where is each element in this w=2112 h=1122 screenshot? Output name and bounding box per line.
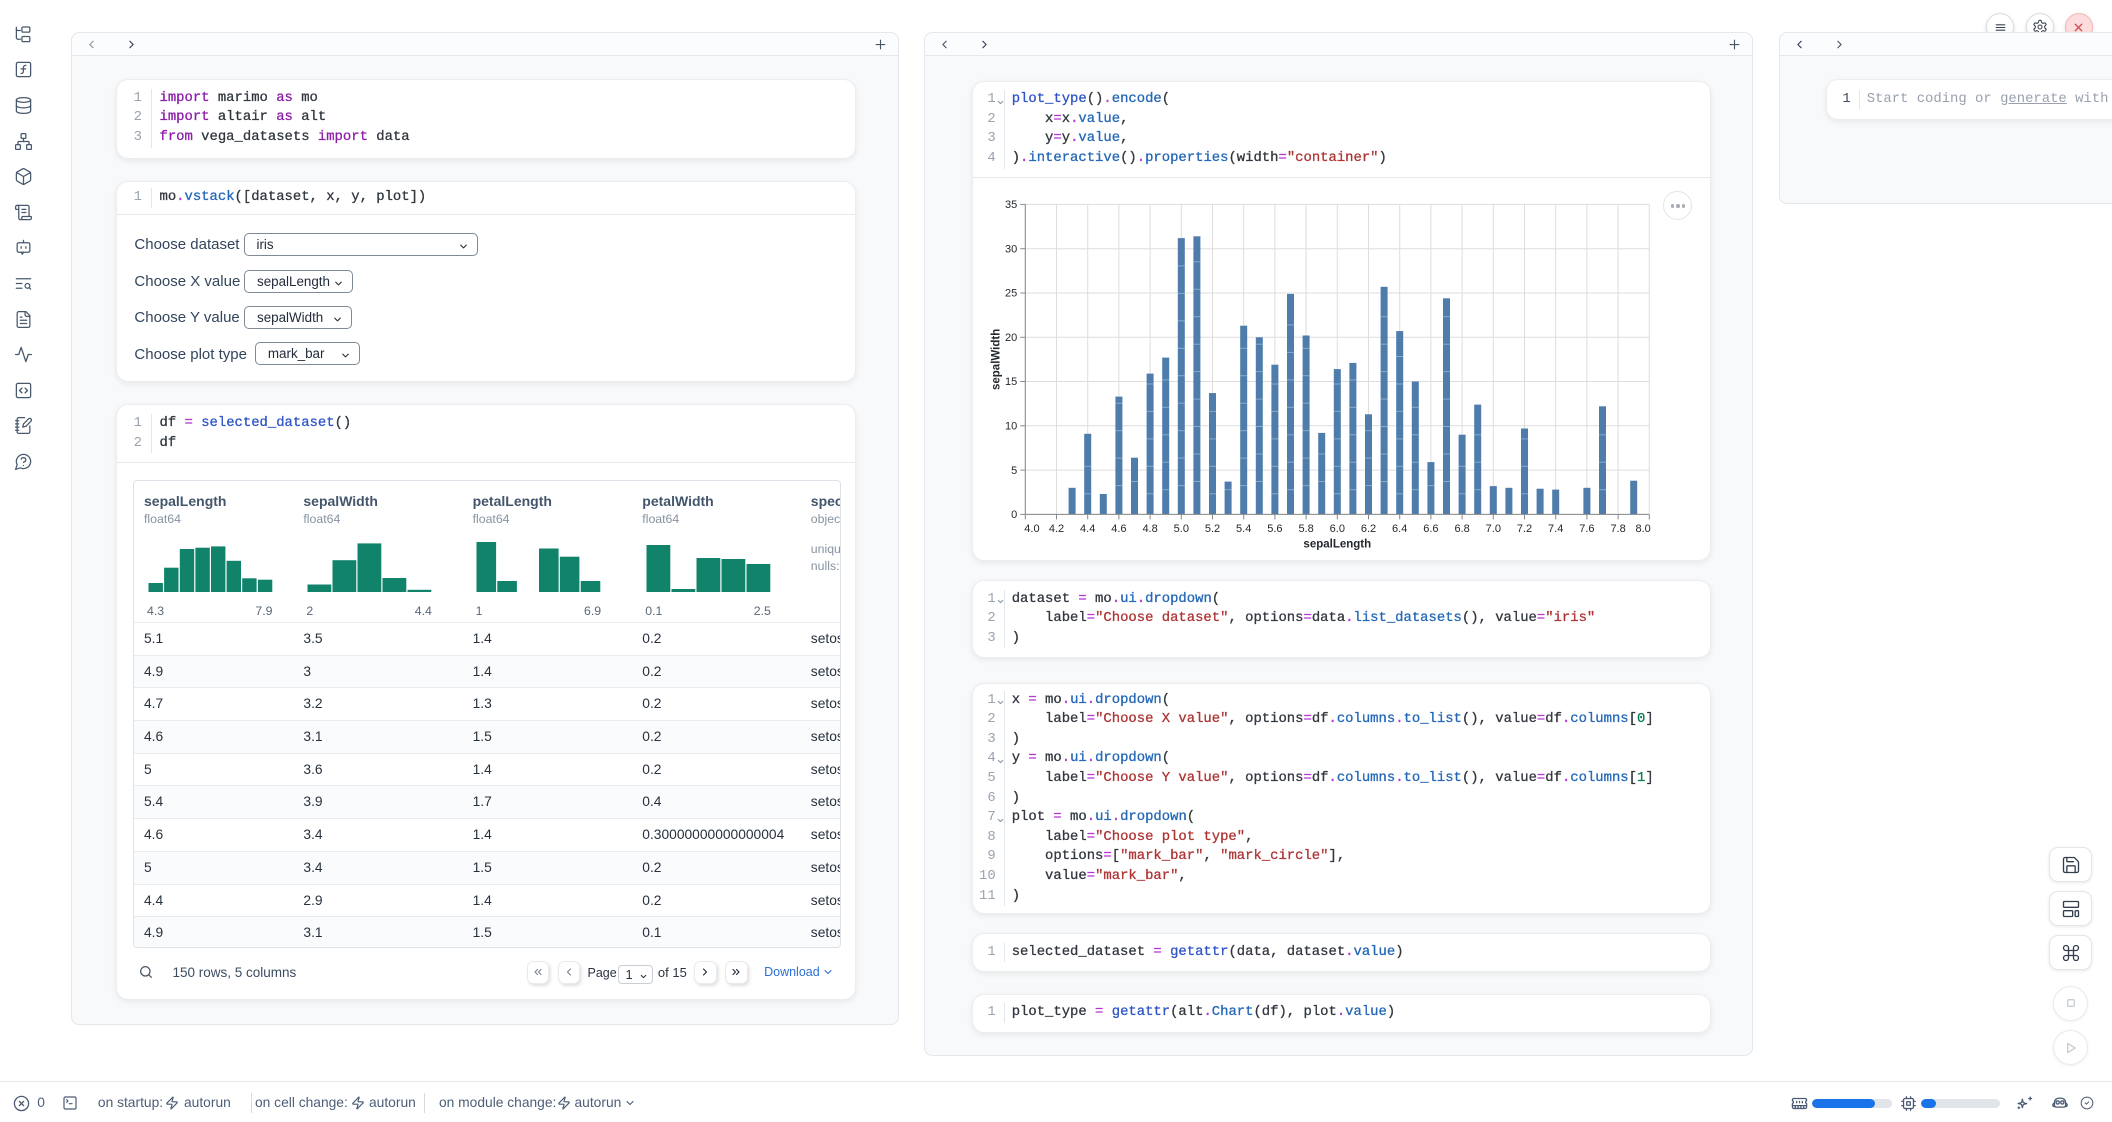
svg-text:4.8: 4.8 <box>1142 522 1157 534</box>
svg-text:7.0: 7.0 <box>1485 522 1500 534</box>
svg-text:25: 25 <box>1005 287 1017 299</box>
svg-text:6.2: 6.2 <box>1361 522 1376 534</box>
svg-text:15: 15 <box>1005 376 1017 388</box>
svg-text:5.0: 5.0 <box>1173 522 1188 534</box>
svg-text:5.6: 5.6 <box>1267 522 1282 534</box>
svg-text:7.4: 7.4 <box>1548 522 1563 534</box>
svg-text:7.8: 7.8 <box>1610 522 1625 534</box>
svg-text:8.0: 8.0 <box>1635 522 1650 534</box>
svg-text:4.0: 4.0 <box>1024 522 1039 534</box>
svg-text:5.8: 5.8 <box>1298 522 1313 534</box>
svg-text:0: 0 <box>1011 509 1017 521</box>
svg-text:6.0: 6.0 <box>1329 522 1344 534</box>
svg-text:6.4: 6.4 <box>1392 522 1407 534</box>
svg-text:5.2: 5.2 <box>1205 522 1220 534</box>
svg-text:6.8: 6.8 <box>1454 522 1469 534</box>
svg-text:5: 5 <box>1011 464 1017 476</box>
svg-text:35: 35 <box>1005 199 1017 211</box>
svg-text:7.6: 7.6 <box>1579 522 1594 534</box>
svg-text:10: 10 <box>1005 420 1017 432</box>
svg-text:sepalWidth: sepalWidth <box>990 328 1002 389</box>
svg-text:4.2: 4.2 <box>1049 522 1064 534</box>
svg-text:4.6: 4.6 <box>1111 522 1126 534</box>
svg-text:sepalLength: sepalLength <box>1303 538 1371 550</box>
svg-text:30: 30 <box>1005 243 1017 255</box>
svg-text:6.6: 6.6 <box>1423 522 1438 534</box>
svg-text:5.4: 5.4 <box>1236 522 1251 534</box>
svg-text:7.2: 7.2 <box>1517 522 1532 534</box>
svg-text:4.4: 4.4 <box>1080 522 1095 534</box>
svg-text:20: 20 <box>1005 332 1017 344</box>
